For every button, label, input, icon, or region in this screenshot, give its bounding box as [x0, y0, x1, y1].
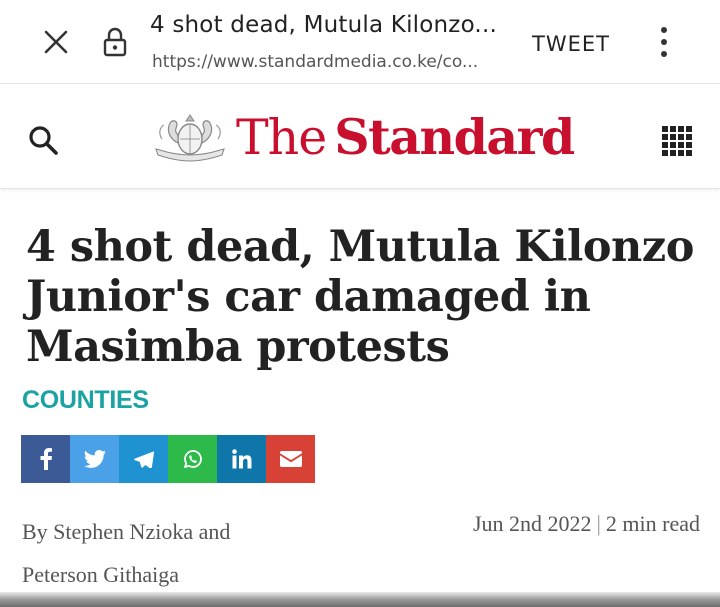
meta-separator: |: [596, 511, 601, 536]
site-logo[interactable]: The Standard: [150, 107, 575, 167]
apps-grid-icon[interactable]: [662, 126, 692, 156]
logo-text-the: The: [236, 108, 327, 166]
page-title: 4 shot dead, Mutula Kilonzo...: [150, 12, 497, 38]
article-photo: [0, 592, 720, 607]
logo-text-standard: Standard: [334, 108, 575, 166]
whatsapp-share-button[interactable]: [168, 435, 217, 483]
site-header: The Standard: [0, 85, 720, 189]
read-time: 2 min read: [605, 511, 700, 536]
category-link[interactable]: COUNTIES: [22, 386, 149, 415]
tweet-button[interactable]: TWEET: [532, 32, 610, 56]
article-byline: By Stephen Nzioka and Peterson Githaiga: [22, 519, 231, 587]
email-icon: [279, 451, 302, 467]
share-bar: [21, 435, 315, 483]
linkedin-icon: [231, 449, 251, 469]
publish-date: Jun 2nd 2022: [472, 511, 592, 536]
article-meta: Jun 2nd 2022 | 2 min read: [473, 510, 700, 537]
twitter-share-button[interactable]: [70, 435, 119, 483]
crest-logo: [155, 114, 225, 162]
facebook-share-button[interactable]: [21, 435, 70, 483]
url-text[interactable]: https://www.standardmedia.co.ke/co...: [152, 52, 478, 72]
close-icon[interactable]: [38, 24, 74, 60]
telegram-share-button[interactable]: [119, 435, 168, 483]
search-icon[interactable]: [26, 123, 60, 157]
whatsapp-icon: [183, 450, 202, 468]
lock-icon[interactable]: [100, 24, 130, 60]
facebook-icon: [40, 448, 52, 470]
twitter-icon: [83, 450, 106, 468]
linkedin-share-button[interactable]: [217, 435, 266, 483]
browser-toolbar: 4 shot dead, Mutula Kilonzo... https://w…: [0, 0, 720, 84]
more-vert-icon[interactable]: [652, 24, 676, 60]
telegram-icon: [133, 450, 154, 468]
article-headline: 4 shot dead, Mutula Kilonzo Junior's car…: [26, 222, 694, 372]
email-share-button[interactable]: [266, 435, 315, 483]
